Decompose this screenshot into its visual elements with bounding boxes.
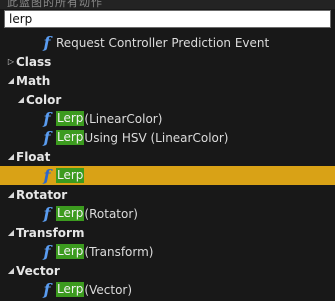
category-label: Class: [16, 54, 52, 69]
search-match-highlight: Lerp: [56, 244, 85, 259]
category-label: Transform: [16, 225, 85, 240]
category-label: Float: [16, 149, 51, 164]
category-label: Rotator: [16, 187, 68, 202]
item-label: (Rotator): [84, 206, 138, 221]
category-color[interactable]: ◢ Color: [0, 90, 335, 109]
triangle-right-icon[interactable]: ▷: [6, 57, 16, 66]
category-float[interactable]: ◢ Float: [0, 147, 335, 166]
category-vector[interactable]: ◢ Vector: [0, 261, 335, 280]
function-icon: f: [43, 204, 51, 223]
triangle-down-icon[interactable]: ◢: [6, 76, 16, 85]
search-match-highlight: Lerp: [56, 130, 85, 145]
triangle-down-icon[interactable]: ◢: [6, 266, 16, 275]
triangle-down-icon[interactable]: ◢: [6, 190, 16, 199]
window-title: 此蓝图的所有动作: [7, 0, 103, 9]
triangle-down-icon[interactable]: ◢: [16, 95, 26, 104]
triangle-down-icon[interactable]: ◢: [6, 228, 16, 237]
item-label: (LinearColor): [84, 111, 163, 126]
category-class[interactable]: ▷ Class: [0, 52, 335, 71]
function-icon: f: [43, 128, 51, 147]
search-match-highlight: Lerp: [56, 111, 85, 126]
search-input-value: lerp: [9, 12, 33, 26]
list-item-lerp-using-hsv[interactable]: f Lerp Using HSV (LinearColor): [0, 128, 335, 147]
list-item-request-controller-prediction-event[interactable]: f Request Controller Prediction Event: [0, 33, 335, 52]
list-item-lerp-float[interactable]: f Lerp: [0, 166, 335, 185]
item-label: Request Controller Prediction Event: [56, 35, 270, 50]
list-item-lerp-linearcolor[interactable]: f Lerp (LinearColor): [0, 109, 335, 128]
category-label: Color: [26, 92, 62, 107]
list-item-lerp-transform[interactable]: f Lerp (Transform): [0, 242, 335, 261]
category-label: Vector: [16, 263, 60, 278]
search-input[interactable]: lerp: [4, 10, 331, 28]
item-label: Using HSV (LinearColor): [84, 130, 229, 145]
category-label: Math: [16, 73, 51, 88]
function-icon: f: [43, 242, 51, 261]
item-label: (Transform): [84, 244, 154, 259]
function-icon: f: [43, 166, 51, 185]
function-icon: f: [43, 109, 51, 128]
search-match-highlight: Lerp: [56, 282, 85, 297]
list-item-lerp-rotator[interactable]: f Lerp (Rotator): [0, 204, 335, 223]
function-icon: f: [43, 33, 51, 52]
list-item-lerp-vector[interactable]: f Lerp (Vector): [0, 280, 335, 299]
window-title-bar: 此蓝图的所有动作: [0, 0, 335, 9]
category-rotator[interactable]: ◢ Rotator: [0, 185, 335, 204]
search-match-highlight: Lerp: [56, 168, 85, 183]
item-label: (Vector): [84, 282, 133, 297]
function-icon: f: [43, 280, 51, 299]
category-transform[interactable]: ◢ Transform: [0, 223, 335, 242]
category-math[interactable]: ◢ Math: [0, 71, 335, 90]
triangle-down-icon[interactable]: ◢: [6, 152, 16, 161]
search-match-highlight: Lerp: [56, 206, 85, 221]
